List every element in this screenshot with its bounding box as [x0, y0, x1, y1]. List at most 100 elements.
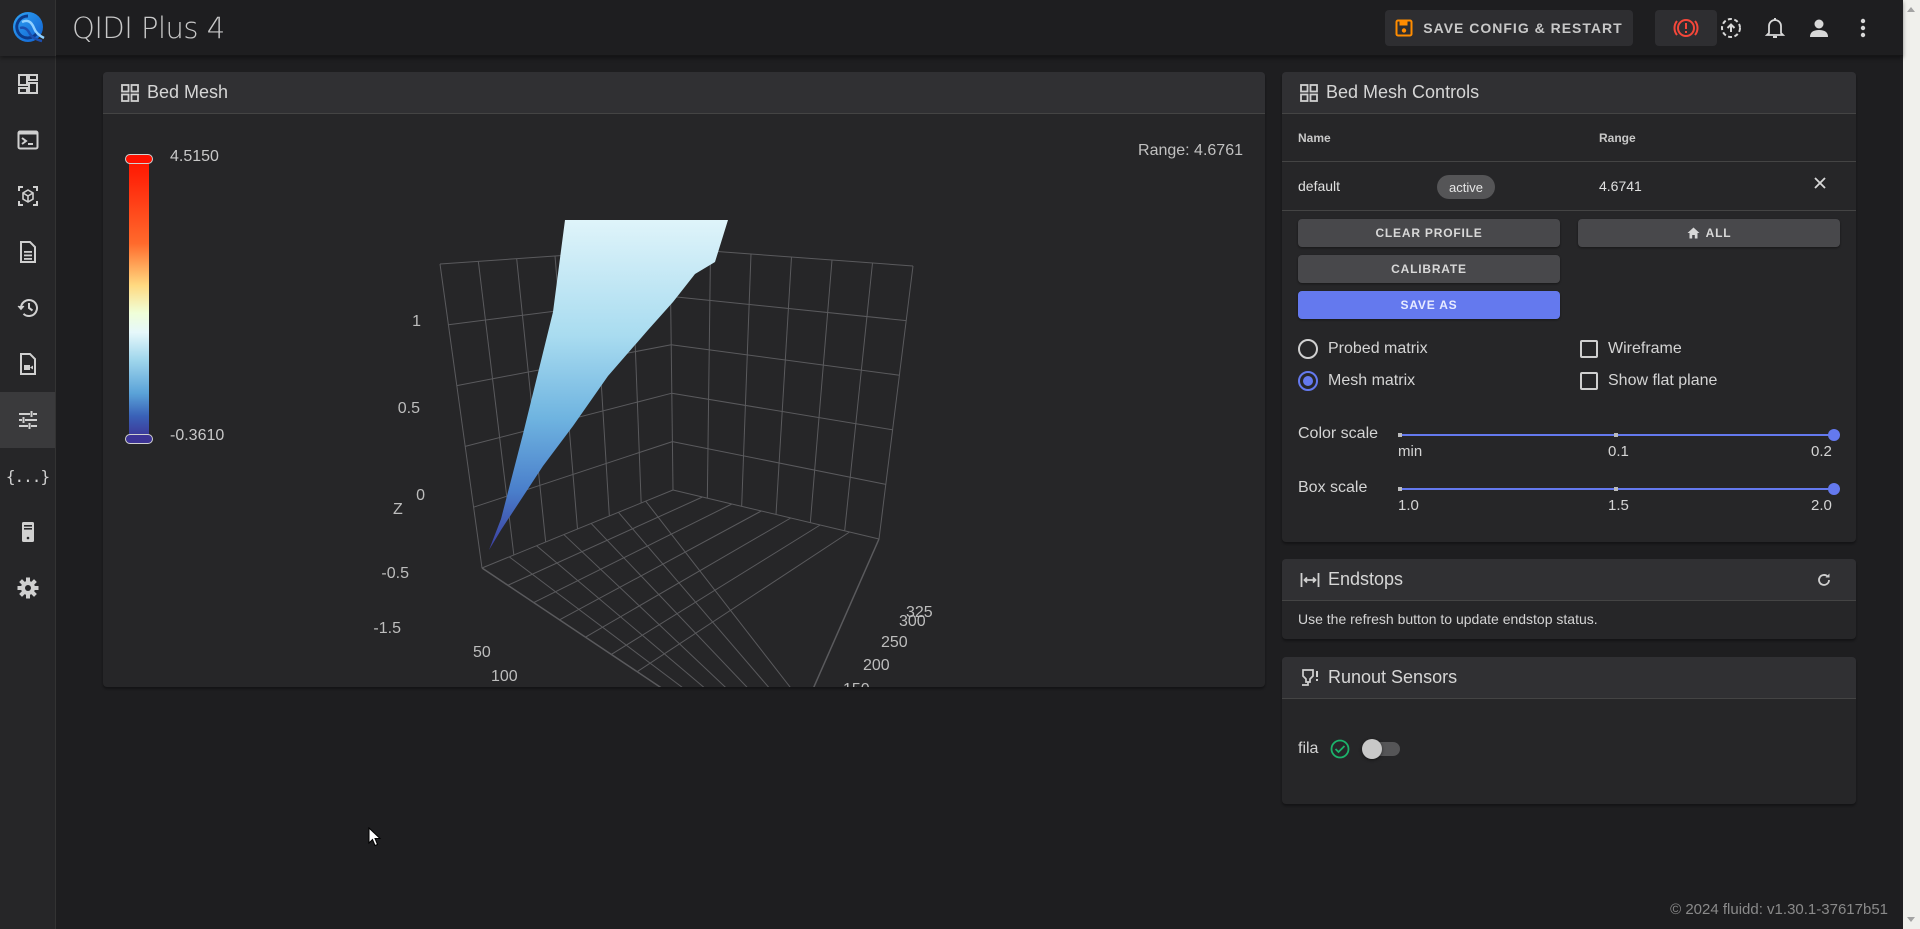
sidebar-item-history[interactable]: [0, 280, 55, 336]
tune-icon: [18, 411, 37, 429]
show-flat-plane-checkbox[interactable]: Show flat plane: [1580, 372, 1717, 390]
refresh-endstops-button[interactable]: [1816, 572, 1832, 593]
save-config-label: SAVE CONFIG & RESTART: [1423, 20, 1623, 36]
footer-version: © 2024 fluidd: v1.30.1-37617b51: [1670, 901, 1888, 918]
grid-line: [590, 523, 748, 687]
upload-button[interactable]: [1719, 16, 1743, 40]
bed-mesh-title: Bed Mesh: [147, 82, 229, 102]
color-scale-tick: 0.2: [1811, 443, 1832, 460]
printer-3d-nozzle-alert-icon: [1300, 668, 1320, 688]
z-tick-label: 0: [416, 487, 425, 504]
y-tick-label: 250: [881, 634, 908, 651]
grid-line: [645, 500, 791, 687]
profile-row[interactable]: default active 4.6741: [1282, 163, 1856, 211]
page-scrollbar[interactable]: [1903, 0, 1920, 929]
color-scale-tick: 0.1: [1608, 443, 1629, 460]
grid-line: [741, 253, 752, 507]
sidebar-item-configuration[interactable]: {...}: [0, 448, 55, 504]
y-tick-label: 325: [906, 604, 933, 621]
z-tick-label: -1.5: [373, 620, 401, 637]
scroll-down-arrow[interactable]: [1907, 917, 1915, 922]
bed-mesh-3d-plot[interactable]: 10.50-0.5-1.5Z50100150200X10015020025030…: [103, 114, 1265, 687]
home-all-label: ALL: [1705, 226, 1732, 240]
qidi-logo-icon: [12, 12, 45, 43]
sidebar-item-console[interactable]: [0, 112, 55, 168]
mesh-matrix-radio[interactable]: Mesh matrix: [1298, 371, 1415, 391]
mouse-cursor-icon: [368, 827, 382, 847]
box-scale-slider[interactable]: [1398, 479, 1840, 499]
color-scale-label: Color scale: [1298, 425, 1379, 442]
wireframe-checkbox[interactable]: Wireframe: [1580, 340, 1682, 358]
color-scale-tick: min: [1398, 443, 1423, 460]
box-scale-thumb[interactable]: [1828, 483, 1840, 495]
z-tick-label: 0.5: [398, 400, 420, 417]
column-header-range: Range: [1599, 131, 1636, 145]
runout-sensors-title: Runout Sensors: [1328, 667, 1458, 687]
file-video-icon: [19, 353, 36, 375]
remove-profile-button[interactable]: [1813, 176, 1827, 193]
clear-profile-label: CLEAR PROFILE: [1375, 226, 1483, 240]
more-menu-button[interactable]: [1851, 16, 1875, 40]
sidebar: {...}: [0, 56, 56, 929]
active-badge: active: [1437, 175, 1495, 199]
save-as-button[interactable]: SAVE AS: [1298, 291, 1560, 319]
app-title: QIDI Plus 4: [72, 11, 225, 45]
bed-mesh-card: Bed Mesh 4.5150 -0.3610 Range: 4.6761 10…: [103, 72, 1265, 687]
endstops-card: Endstops Use the refresh button to updat…: [1282, 559, 1856, 639]
probed-matrix-radio[interactable]: Probed matrix: [1298, 339, 1428, 359]
account-icon: [1810, 19, 1828, 37]
grid-line: [809, 259, 833, 523]
sidebar-item-timelapse[interactable]: [0, 336, 55, 392]
show-flat-plane-label: Show flat plane: [1608, 372, 1718, 389]
calibrate-button[interactable]: CALIBRATE: [1298, 255, 1560, 283]
color-scale-thumb[interactable]: [1828, 429, 1840, 441]
content-save-icon: [1395, 19, 1413, 37]
radio-checked-icon: [1298, 371, 1318, 391]
sensor-enable-toggle[interactable]: [1362, 739, 1402, 759]
save-config-restart-button[interactable]: SAVE CONFIG & RESTART: [1385, 10, 1633, 46]
grid-line: [533, 503, 733, 604]
radio-unchecked-icon: [1298, 339, 1318, 359]
check-circle-icon: [1331, 739, 1350, 759]
file-document-icon: [19, 241, 36, 263]
checkbox-unchecked-icon: [1580, 372, 1598, 390]
mesh-matrix-label: Mesh matrix: [1328, 372, 1416, 389]
sidebar-item-dashboard[interactable]: [0, 56, 55, 112]
sidebar-item-system[interactable]: [0, 504, 55, 560]
grid-line: [507, 496, 703, 586]
emergency-stop-button[interactable]: [1655, 10, 1717, 46]
profile-name[interactable]: default: [1298, 178, 1340, 194]
z-tick-label: -0.5: [381, 565, 409, 582]
code-braces-icon: {...}: [5, 466, 50, 486]
sidebar-item-settings[interactable]: [0, 560, 55, 616]
cog-icon: [17, 577, 38, 599]
app-logo[interactable]: [0, 0, 56, 56]
scroll-up-arrow[interactable]: [1907, 7, 1915, 12]
x-tick-label: 50: [473, 644, 491, 661]
endstops-title: Endstops: [1328, 569, 1404, 589]
z-tick-label: 1: [412, 313, 421, 330]
sidebar-item-jobs[interactable]: [0, 224, 55, 280]
x-tick-label: 100: [491, 668, 518, 685]
runout-sensor-row: fila: [1298, 739, 1402, 759]
history-icon: [17, 299, 38, 317]
sidebar-item-tune[interactable]: [0, 392, 55, 448]
runout-sensors-header: Runout Sensors: [1282, 657, 1856, 699]
dashboard-icon: [17, 74, 38, 94]
color-scale-slider[interactable]: [1398, 425, 1840, 445]
close-icon: [1814, 177, 1826, 189]
notifications-button[interactable]: [1763, 16, 1787, 40]
grid-line: [636, 531, 850, 673]
account-button[interactable]: [1807, 16, 1831, 40]
grid-edge: [439, 263, 483, 569]
endstops-header: Endstops: [1282, 559, 1856, 601]
profile-range: 4.6741: [1599, 178, 1642, 194]
home-all-button[interactable]: ALL: [1578, 219, 1840, 247]
upload-icon: [1721, 18, 1741, 38]
home-icon: [1687, 227, 1700, 239]
sidebar-item-gcode-preview[interactable]: [0, 168, 55, 224]
box-scale-label: Box scale: [1298, 479, 1368, 496]
clear-profile-button[interactable]: CLEAR PROFILE: [1298, 219, 1560, 247]
view-grid-icon: [1300, 83, 1318, 102]
grid-line: [706, 250, 711, 499]
